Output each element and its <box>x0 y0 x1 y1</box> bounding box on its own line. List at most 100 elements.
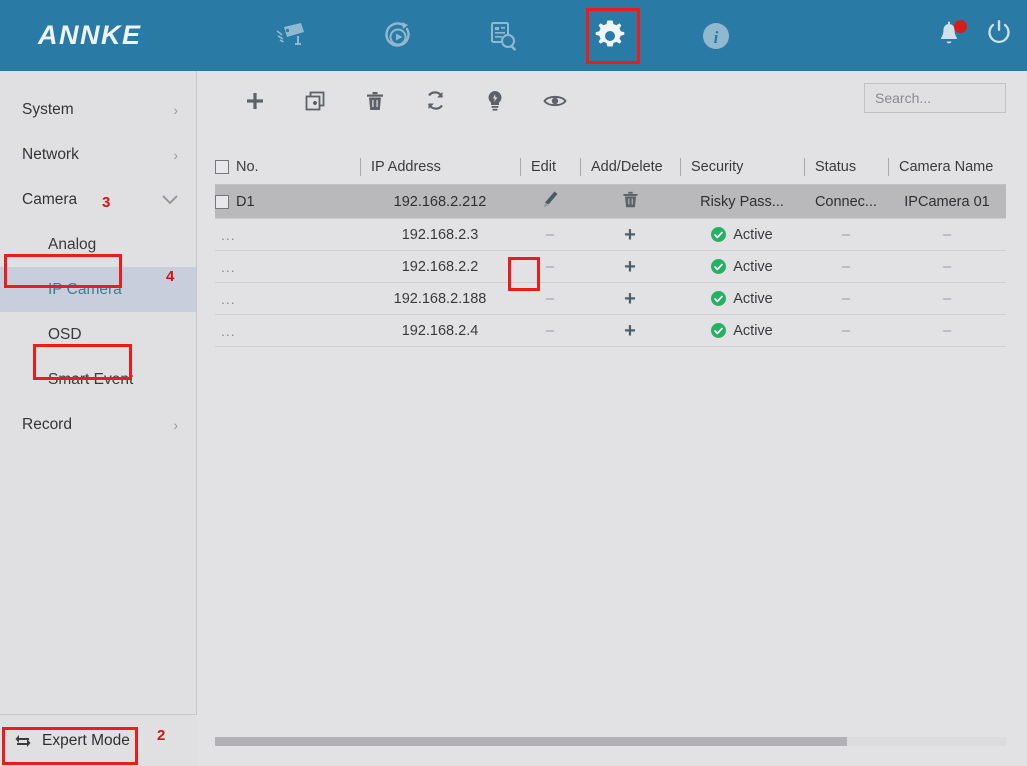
select-all-checkbox[interactable] <box>215 160 229 174</box>
cell-status: – <box>804 283 888 314</box>
row-no-label: ... <box>215 323 236 339</box>
column-label: Security <box>680 159 743 175</box>
alarm-bell-icon[interactable] <box>935 21 963 51</box>
sidebar-subitem-label: Smart Event <box>48 371 133 389</box>
active-check-icon <box>711 323 726 338</box>
add-icon[interactable] <box>234 82 276 120</box>
pencil-edit-icon[interactable] <box>542 190 559 213</box>
add-plus-icon[interactable]: + <box>624 289 636 309</box>
row-no-label: D1 <box>236 194 255 210</box>
delete-trash-icon[interactable] <box>354 82 396 120</box>
column-header-no[interactable]: No. <box>215 149 360 185</box>
cell-status: – <box>804 251 888 282</box>
expert-mode-button[interactable]: Expert Mode <box>0 714 197 766</box>
sidebar-item-camera[interactable]: Camera <box>0 177 196 222</box>
cell-no: ... <box>215 283 360 314</box>
cell-security: Active <box>680 251 804 282</box>
table-row[interactable]: ... 192.168.2.188 – + Active – – <box>215 283 1006 315</box>
table-row[interactable]: D1 192.168.2.212 <box>215 185 1006 219</box>
main-content-panel: No. IP Address Edit Add/Delete Security … <box>198 71 1027 766</box>
row-no-label: ... <box>215 291 236 307</box>
ip-camera-table: No. IP Address Edit Add/Delete Security … <box>215 149 1006 347</box>
sidebar-item-label: Network <box>22 146 79 164</box>
cell-camera-name: IPCamera 01 <box>888 185 1006 218</box>
column-header-security[interactable]: Security <box>680 149 804 185</box>
cell-camera-name: – <box>888 251 1006 282</box>
cell-add-delete[interactable]: + <box>580 315 680 346</box>
cell-edit: – <box>520 251 580 282</box>
trash-icon[interactable] <box>623 191 638 212</box>
cell-edit: – <box>520 283 580 314</box>
camera-toolbar <box>198 71 1027 130</box>
svg-text:i: i <box>714 28 719 47</box>
sidebar-item-system[interactable]: System › <box>0 87 196 132</box>
cell-add-delete[interactable]: + <box>580 251 680 282</box>
column-label: No. <box>236 159 259 175</box>
cell-no: ... <box>215 219 360 250</box>
power-icon[interactable] <box>985 18 1013 53</box>
table-row[interactable]: ... 192.168.2.3 – + Active – – <box>215 219 1006 251</box>
table-header-row: No. IP Address Edit Add/Delete Security … <box>215 149 1006 185</box>
cell-no: ... <box>215 251 360 282</box>
cell-status: Connec... <box>804 185 888 218</box>
column-header-add-delete[interactable]: Add/Delete <box>580 149 680 185</box>
table-row[interactable]: ... 192.168.2.4 – + Active – – <box>215 315 1006 347</box>
cell-status: – <box>804 219 888 250</box>
sidebar-item-label: Camera <box>22 191 77 209</box>
sidebar-item-analog[interactable]: Analog <box>0 222 196 267</box>
sidebar-item-smart-event[interactable]: Smart Event <box>0 357 196 402</box>
sidebar-item-network[interactable]: Network › <box>0 132 196 177</box>
cell-ip-address: 192.168.2.3 <box>360 219 520 250</box>
add-multiple-icon[interactable] <box>294 82 336 120</box>
column-header-status[interactable]: Status <box>804 149 888 185</box>
playback-icon[interactable] <box>376 14 420 58</box>
add-plus-icon[interactable]: + <box>624 321 636 341</box>
cell-security: Active <box>680 315 804 346</box>
add-plus-icon[interactable]: + <box>624 225 636 245</box>
search-input[interactable] <box>864 83 1006 113</box>
cell-edit[interactable] <box>520 185 580 218</box>
cell-add-delete[interactable]: + <box>580 283 680 314</box>
annke-nvr-configuration-screen: ANNKE <box>0 0 1027 766</box>
column-header-ip-address[interactable]: IP Address <box>360 149 520 185</box>
table-row[interactable]: ... 192.168.2.2 – + Active – – <box>215 251 1006 283</box>
row-checkbox[interactable] <box>215 195 229 209</box>
cell-add-delete[interactable]: + <box>580 219 680 250</box>
chevron-right-icon: › <box>173 418 178 432</box>
scrollbar-thumb[interactable] <box>215 737 847 746</box>
row-no-label: ... <box>215 259 236 275</box>
live-view-icon[interactable] <box>270 14 314 58</box>
sidebar-item-osd[interactable]: OSD <box>0 312 196 357</box>
row-no-label: ... <box>215 227 236 243</box>
column-label: Status <box>804 159 856 175</box>
eye-preview-icon[interactable] <box>534 82 576 120</box>
cell-camera-name: – <box>888 219 1006 250</box>
cell-status: – <box>804 315 888 346</box>
column-label: Edit <box>520 159 556 175</box>
cell-security: Risky Pass... <box>680 185 804 218</box>
security-label: Active <box>733 323 773 339</box>
left-sidebar: System › Network › Camera Analog IP Came… <box>0 71 197 766</box>
annke-logo: ANNKE <box>38 20 142 51</box>
cell-ip-address: 192.168.2.212 <box>360 185 520 218</box>
add-plus-icon[interactable]: + <box>624 257 636 277</box>
info-icon[interactable]: i <box>694 14 738 58</box>
sidebar-item-label: Record <box>22 416 72 434</box>
cell-ip-address: 192.168.2.2 <box>360 251 520 282</box>
cell-add-delete[interactable] <box>580 185 680 218</box>
cell-camera-name: – <box>888 283 1006 314</box>
expert-mode-label: Expert Mode <box>42 732 130 750</box>
sidebar-item-record[interactable]: Record › <box>0 402 196 447</box>
top-header-bar: ANNKE <box>0 0 1027 71</box>
settings-gear-icon[interactable] <box>588 14 632 58</box>
cell-edit: – <box>520 315 580 346</box>
sidebar-item-label: System <box>22 101 74 119</box>
one-touch-activate-icon[interactable] <box>474 82 516 120</box>
column-header-edit[interactable]: Edit <box>520 149 580 185</box>
horizontal-scrollbar[interactable] <box>215 737 1006 746</box>
sidebar-subitem-label: OSD <box>48 326 82 344</box>
column-header-camera-name[interactable]: Camera Name <box>888 149 1006 185</box>
sidebar-subitem-label: Analog <box>48 236 96 254</box>
log-search-icon[interactable] <box>482 14 526 58</box>
refresh-icon[interactable] <box>414 82 456 120</box>
